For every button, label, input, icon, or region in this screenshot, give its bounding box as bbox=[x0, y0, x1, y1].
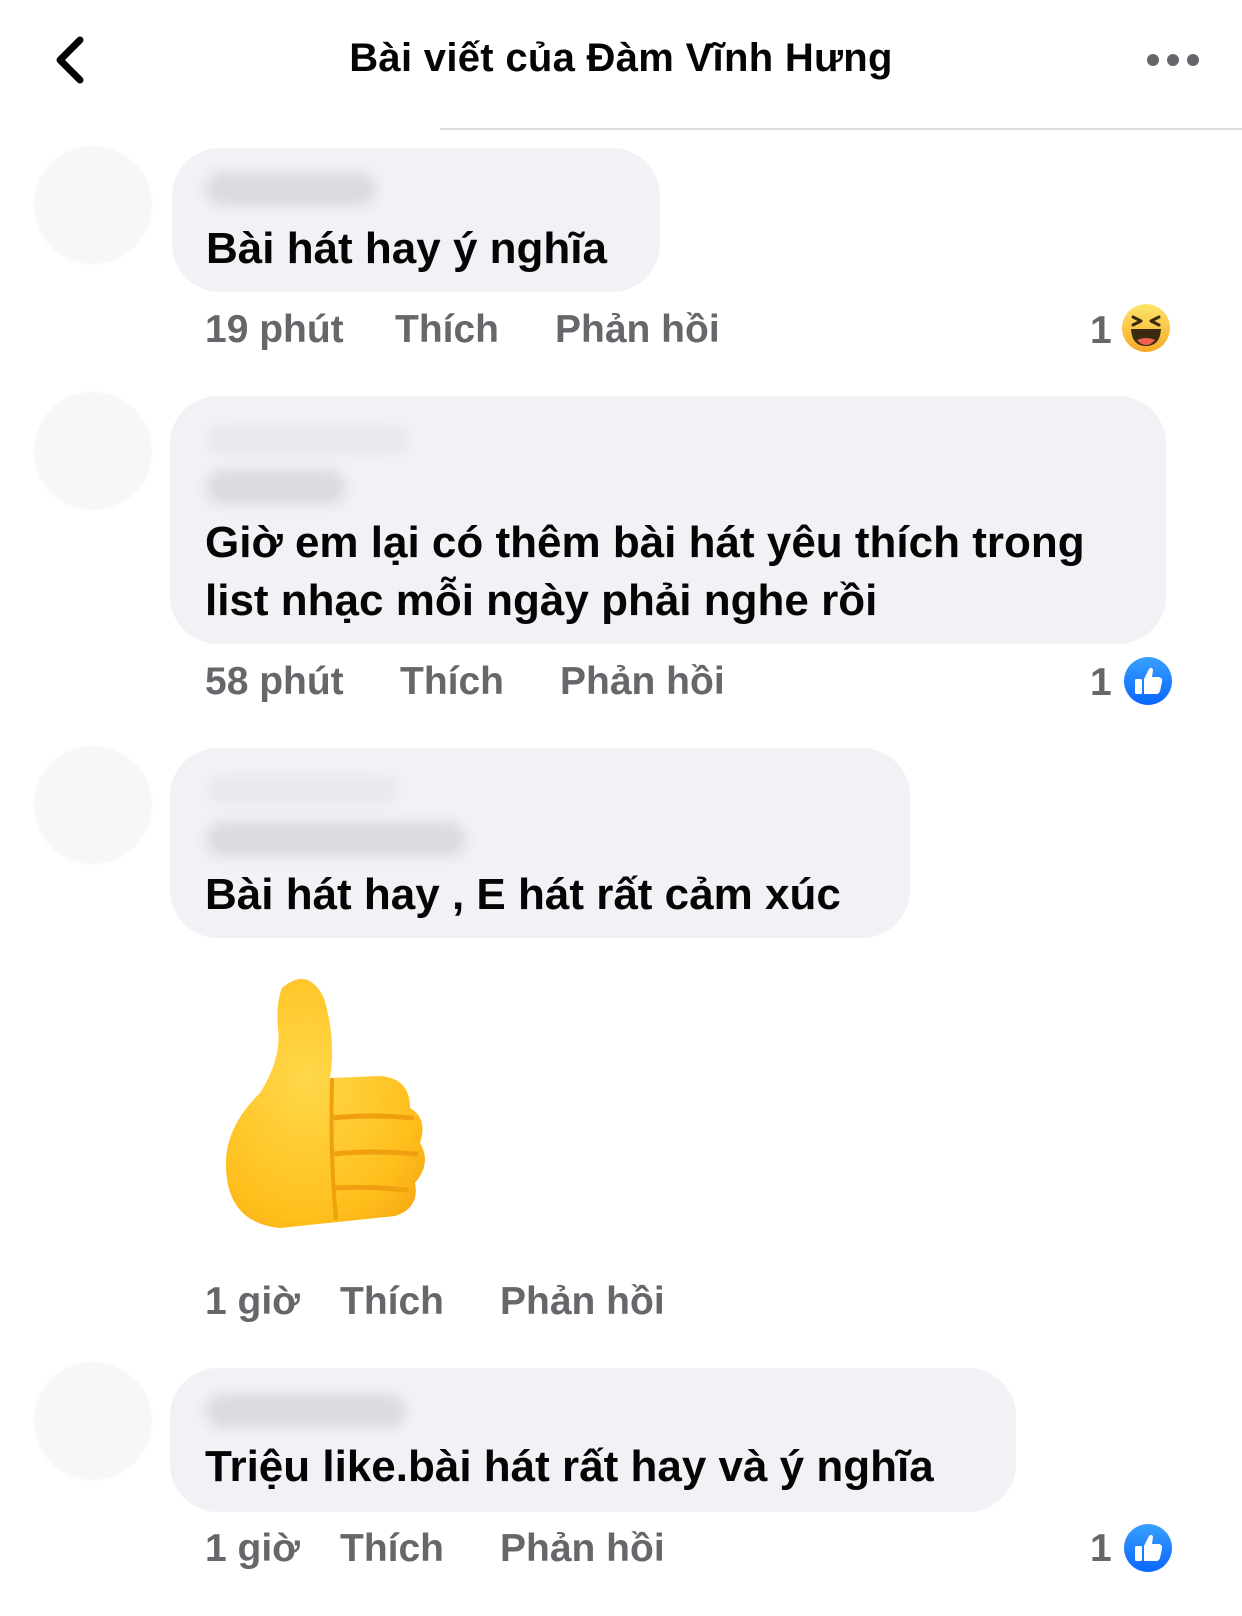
blurred-author-name bbox=[206, 1394, 406, 1428]
header-divider bbox=[440, 128, 1242, 130]
avatar[interactable] bbox=[34, 392, 152, 510]
blurred-author-name bbox=[206, 822, 466, 856]
like-reaction-icon[interactable] bbox=[1122, 1522, 1174, 1574]
page-title: Bài viết của Đàm Vĩnh Hưng bbox=[349, 36, 893, 80]
reaction-count[interactable]: 1 bbox=[1090, 309, 1112, 353]
comment-time: 58 phút bbox=[205, 660, 344, 703]
reply-action[interactable]: Phản hồi bbox=[500, 1280, 665, 1324]
reaction-count[interactable]: 1 bbox=[1090, 1527, 1112, 1571]
more-horizontal-icon bbox=[1147, 54, 1199, 66]
reply-action[interactable]: Phản hồi bbox=[500, 1527, 665, 1571]
haha-emoji-icon[interactable] bbox=[1120, 302, 1172, 354]
comment-bubble: Bài hát hay , E hát rất cảm xúc bbox=[170, 748, 910, 938]
avatar[interactable] bbox=[34, 746, 152, 864]
comment-time: 19 phút bbox=[205, 308, 344, 351]
more-button[interactable] bbox=[1140, 40, 1220, 80]
comment-text: Bài hát hay , E hát rất cảm xúc bbox=[205, 870, 841, 919]
like-reaction-icon[interactable] bbox=[1122, 655, 1174, 707]
blurred-author-name bbox=[206, 470, 346, 504]
reply-action[interactable]: Phản hồi bbox=[555, 308, 720, 352]
comment-text: Bài hát hay ý nghĩa bbox=[206, 224, 607, 273]
comment-time: 1 giờ bbox=[205, 1280, 300, 1323]
avatar[interactable] bbox=[34, 146, 152, 264]
comment-bubble: Bài hát hay ý nghĩa bbox=[172, 148, 660, 292]
thumbs-up-sticker bbox=[225, 979, 425, 1228]
avatar[interactable] bbox=[34, 1362, 152, 1480]
comment-bubble: Giờ em lại có thêm bài hát yêu thích tro… bbox=[170, 396, 1166, 644]
blurred-label bbox=[208, 426, 408, 454]
comment-text-line: list nhạc mỗi ngày phải nghe rồi bbox=[205, 576, 878, 625]
like-action[interactable]: Thích bbox=[340, 1527, 444, 1571]
like-action[interactable]: Thích bbox=[395, 308, 499, 352]
top-bar: Bài viết của Đàm Vĩnh Hưng bbox=[0, 0, 1242, 128]
blurred-author-name bbox=[206, 172, 376, 206]
like-action[interactable]: Thích bbox=[340, 1280, 444, 1324]
comment-bubble: Triệu like.bài hát rất hay và ý nghĩa bbox=[170, 1368, 1016, 1512]
comment-text: Triệu like.bài hát rất hay và ý nghĩa bbox=[205, 1442, 934, 1491]
comment-text-line: Giờ em lại có thêm bài hát yêu thích tro… bbox=[205, 518, 1085, 567]
comment-time: 1 giờ bbox=[205, 1527, 300, 1570]
reaction-count[interactable]: 1 bbox=[1090, 661, 1112, 705]
like-action[interactable]: Thích bbox=[400, 660, 504, 704]
reply-action[interactable]: Phản hồi bbox=[560, 660, 725, 704]
blurred-label bbox=[208, 776, 398, 804]
